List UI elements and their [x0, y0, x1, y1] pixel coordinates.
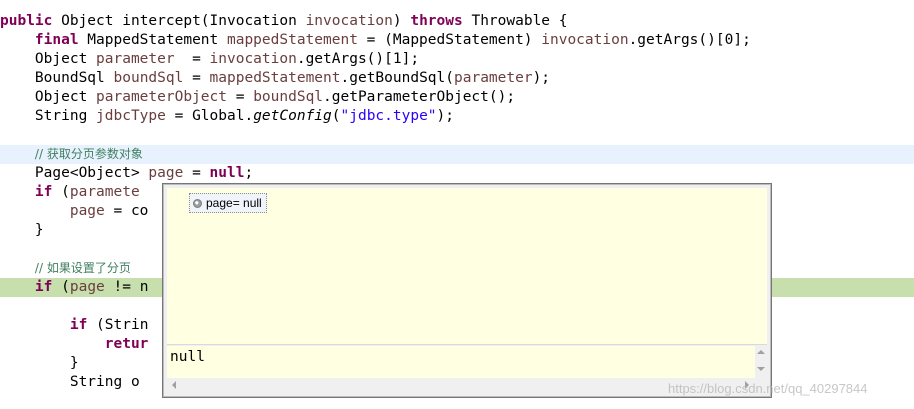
tree-item-label: page= null: [206, 196, 262, 210]
tree-item-page[interactable]: page= null: [189, 193, 267, 213]
local-variable-icon: [193, 198, 202, 208]
horizontal-scrollbar[interactable]: [167, 378, 755, 391]
code-line: public Object intercept(Invocation invoc…: [0, 13, 568, 29]
scroll-down-arrow-icon[interactable]: [757, 367, 765, 371]
code-line: String jdbcType = Global.getConfig("jdbc…: [34, 108, 454, 124]
code-line: final MappedStatement mappedStatement = …: [34, 32, 751, 48]
value-detail-pane[interactable]: null: [167, 346, 755, 378]
code-line: Page<Object> page = null;: [34, 165, 254, 181]
scroll-up-arrow-icon[interactable]: [757, 350, 765, 354]
debug-hover-popup[interactable]: page= null null: [162, 183, 772, 398]
variable-tree[interactable]: page= null: [167, 188, 767, 345]
code-line: BoundSql boundSql = mappedStatement.getB…: [34, 70, 551, 86]
value-detail-text: null: [170, 349, 205, 365]
code-line-current: // 获取分页参数对象: [0, 145, 914, 164]
vertical-scrollbar[interactable]: [755, 346, 768, 378]
watermark: https://blog.csdn.net/qq_40297844: [668, 381, 868, 396]
scroll-left-arrow-icon[interactable]: [172, 381, 176, 389]
code-line: Object parameter = invocation.getArgs()[…: [34, 51, 420, 67]
code-line: Object parameterObject = boundSql.getPar…: [34, 89, 516, 105]
